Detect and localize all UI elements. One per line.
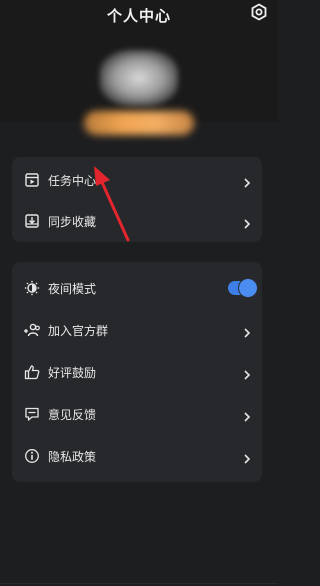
thumbs-up-icon (23, 363, 41, 381)
user-nickname-blurred[interactable] (84, 111, 194, 135)
night-mode-icon (23, 279, 41, 297)
feedback-icon (23, 405, 41, 423)
task-center-icon (23, 171, 41, 189)
add-group-icon (23, 321, 41, 339)
card-primary: 任务中心 同步收藏 (12, 157, 262, 242)
menu-item-task-center[interactable]: 任务中心 (12, 165, 262, 195)
toggle-knob (239, 279, 257, 297)
menu-item-sync-favorites[interactable]: 同步收藏 (12, 206, 262, 236)
menu-item-join-official-group[interactable]: 加入官方群 (12, 315, 262, 345)
settings-gear-icon[interactable] (250, 3, 268, 21)
good-review-label: 好评鼓励 (48, 365, 97, 380)
feedback-label: 意见反馈 (48, 407, 97, 422)
avatar[interactable] (100, 50, 178, 106)
chevron-right-icon (242, 174, 252, 188)
chevron-right-icon (242, 450, 252, 464)
menu-item-good-review[interactable]: 好评鼓励 (12, 357, 262, 387)
chevron-right-icon (242, 366, 252, 380)
privacy-policy-label: 隐私政策 (48, 449, 97, 464)
night-mode-toggle[interactable] (228, 279, 257, 297)
night-mode-label: 夜间模式 (48, 281, 97, 296)
profile-header: 个人中心 (0, 0, 278, 122)
menu-item-feedback[interactable]: 意见反馈 (12, 399, 262, 429)
chevron-right-icon (242, 324, 252, 338)
menu-item-privacy-policy[interactable]: 隐私政策 (12, 441, 262, 471)
join-official-group-label: 加入官方群 (48, 323, 109, 338)
chevron-right-icon (242, 408, 252, 422)
sync-favorites-label: 同步收藏 (48, 214, 97, 229)
card-settings: 夜间模式 加入官方群 好评鼓励 意见反馈 隐私政策 (12, 262, 262, 482)
menu-item-night-mode[interactable]: 夜间模式 (12, 273, 262, 303)
chevron-right-icon (242, 215, 252, 229)
sync-favorites-icon (23, 212, 41, 230)
bottom-divider (0, 583, 278, 584)
task-center-label: 任务中心 (48, 173, 97, 188)
info-icon (23, 447, 41, 465)
page-title: 个人中心 (106, 7, 171, 25)
